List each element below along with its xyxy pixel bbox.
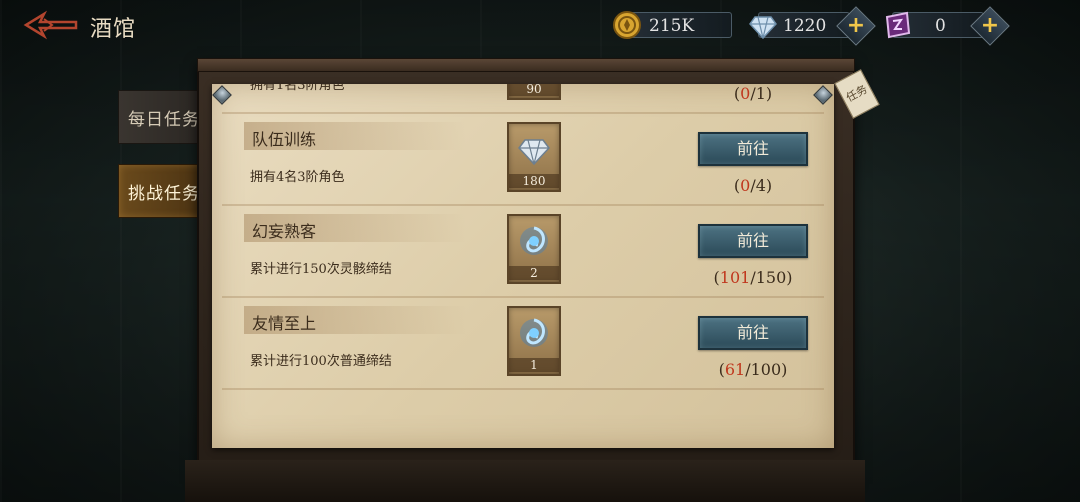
diamond-icon <box>515 130 553 168</box>
reward-count: 180 <box>509 174 559 188</box>
reward-card[interactable]: 180 <box>507 122 561 192</box>
progress-current: 61 <box>724 360 746 379</box>
diamond-amount: 1220 <box>783 16 827 36</box>
rune-amount: 0 <box>935 16 946 36</box>
go-button[interactable]: 前往 <box>698 316 808 350</box>
task-row: 队伍训练 拥有4名3阶角色 180 前往 (0/4) <box>222 114 824 206</box>
reward-card[interactable]: 1 <box>507 306 561 376</box>
task-description: 拥有4名3阶角色 <box>250 170 345 185</box>
gold-currency: 215K <box>613 11 732 39</box>
page-title: 酒馆 <box>90 17 137 42</box>
plus-icon: + <box>980 13 1000 38</box>
task-progress: (101/150) <box>713 268 793 287</box>
task-list: 拥有1名3阶角色 90 前往 (0/1) 队伍训练 拥有4名3阶角色 180 前… <box>212 84 834 390</box>
bottom-shelf <box>185 460 865 502</box>
progress-current: 0 <box>740 84 751 103</box>
reward-card[interactable]: 2 <box>507 214 561 284</box>
task-row: 幻妄熟客 累计进行150次灵骸缔结 2 前往 (101/150) <box>222 206 824 298</box>
add-diamond-button[interactable]: + <box>836 6 876 46</box>
purple-rune-icon <box>881 9 913 41</box>
back-arrow-icon <box>23 10 78 40</box>
task-progress: (0/1) <box>733 84 773 103</box>
reward-count: 2 <box>509 266 559 280</box>
progress-current: 101 <box>719 268 751 287</box>
task-description: 累计进行100次普通缔结 <box>250 354 392 369</box>
gold-coin-icon <box>611 9 643 41</box>
board-top-plank <box>197 58 855 72</box>
reward-card[interactable]: 90 <box>507 84 561 100</box>
reward-count: 90 <box>509 84 559 96</box>
gold-amount: 215K <box>649 16 695 36</box>
task-row: 拥有1名3阶角色 90 前往 (0/1) <box>222 84 824 114</box>
diamond-icon <box>747 9 779 41</box>
task-row: 友情至上 累计进行100次普通缔结 1 前往 (61/100) <box>222 298 824 390</box>
task-name: 友情至上 <box>252 314 317 333</box>
task-name: 队伍训练 <box>252 130 317 149</box>
progress-current: 0 <box>740 176 751 195</box>
add-rune-button[interactable]: + <box>970 6 1010 46</box>
blue-soul-orb-icon <box>515 222 553 260</box>
go-button[interactable]: 前往 <box>698 224 808 258</box>
task-progress: (61/100) <box>718 360 788 379</box>
task-description: 累计进行150次灵骸缔结 <box>250 262 392 277</box>
top-bar: 酒馆 215K 1220 + 0 + <box>0 0 1080 52</box>
task-progress: (0/4) <box>733 176 773 195</box>
reward-count: 1 <box>509 358 559 372</box>
task-list-paper[interactable]: 拥有1名3阶角色 90 前往 (0/1) 队伍训练 拥有4名3阶角色 180 前… <box>212 84 834 448</box>
task-name: 幻妄熟客 <box>252 222 317 241</box>
task-description: 拥有1名3阶角色 <box>250 84 345 93</box>
back-button[interactable] <box>22 10 80 40</box>
blue-soul-orb-icon <box>515 314 553 352</box>
go-button[interactable]: 前往 <box>698 132 808 166</box>
plus-icon: + <box>846 13 866 38</box>
